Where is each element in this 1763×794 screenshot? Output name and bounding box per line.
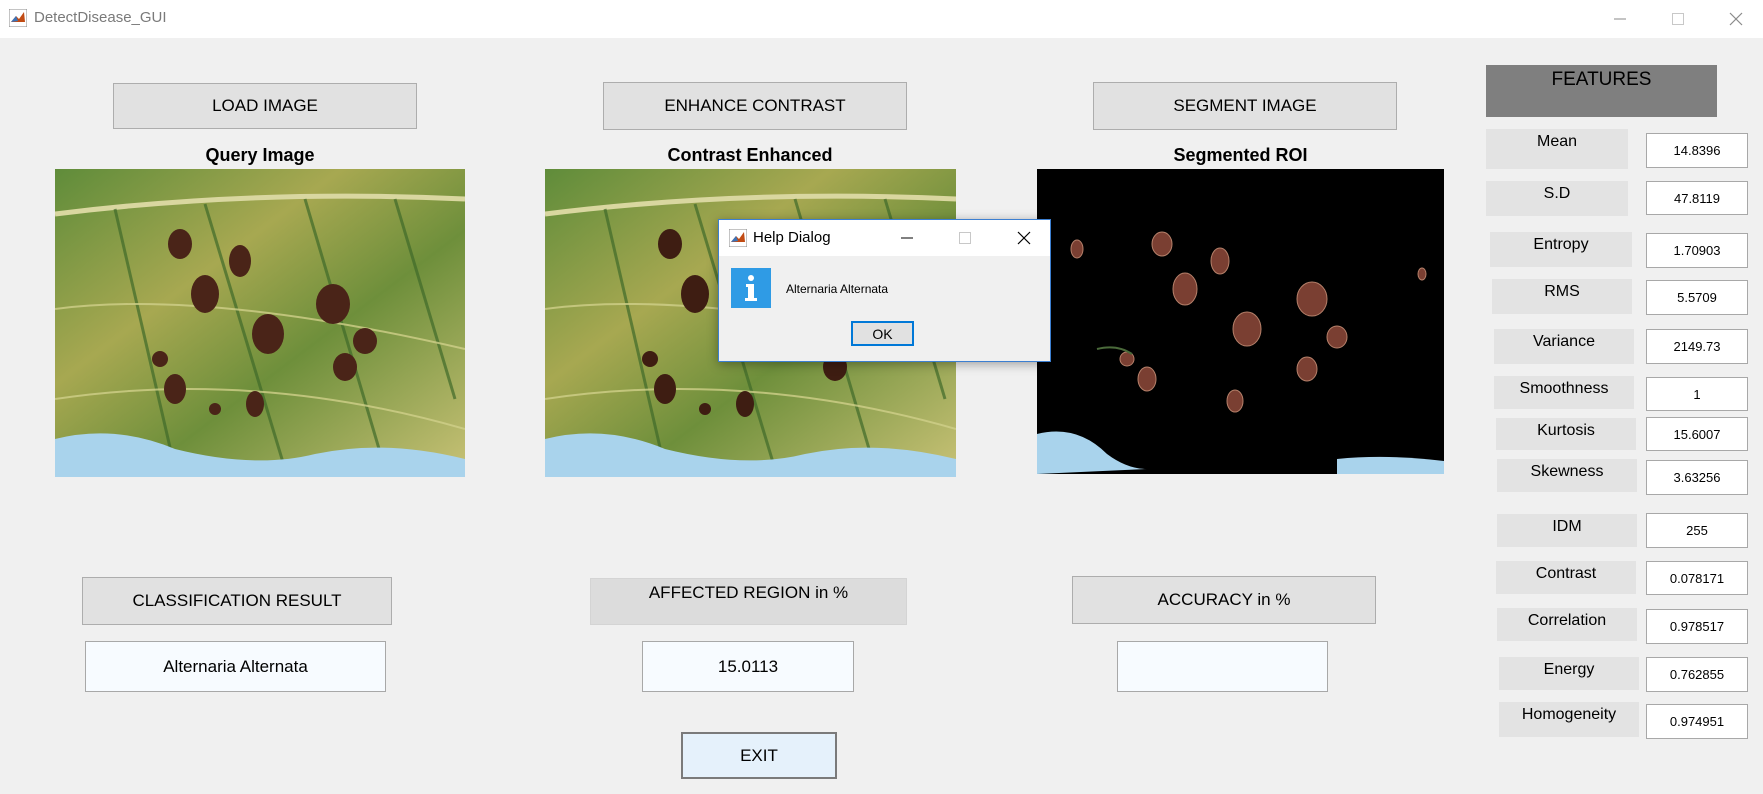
enhance-contrast-button[interactable]: ENHANCE CONTRAST (603, 82, 907, 130)
segment-image-button[interactable]: SEGMENT IMAGE (1093, 82, 1397, 130)
feature-value-homogeneity[interactable]: 0.974951 (1646, 704, 1748, 739)
feature-value-rms[interactable]: 5.5709 (1646, 280, 1748, 315)
feature-value-mean[interactable]: 14.8396 (1646, 133, 1748, 168)
maximize-icon (959, 232, 971, 244)
segmented-roi-image (1037, 169, 1444, 474)
features-header: FEATURES (1486, 65, 1717, 117)
affected-region-label: AFFECTED REGION in % (590, 578, 907, 625)
maximize-button[interactable] (1649, 0, 1707, 38)
dialog-title-bar: Help Dialog (719, 220, 1050, 256)
feature-label-contrast: Contrast (1496, 561, 1636, 594)
query-image (55, 169, 465, 477)
feature-label-mean: Mean (1486, 129, 1628, 169)
feature-label-rms: RMS (1492, 279, 1632, 314)
dialog-maximize-button[interactable] (945, 220, 985, 256)
dialog-title: Help Dialog (753, 229, 831, 246)
info-icon (731, 268, 771, 308)
dialog-minimize-button[interactable] (887, 220, 927, 256)
classification-result-field[interactable]: Alternaria Alternata (85, 641, 386, 692)
feature-value-sd[interactable]: 47.8119 (1646, 181, 1748, 215)
dialog-close-button[interactable] (1004, 220, 1044, 256)
accuracy-button[interactable]: ACCURACY in % (1072, 576, 1376, 624)
ok-button[interactable]: OK (851, 321, 914, 346)
accuracy-field[interactable] (1117, 641, 1328, 692)
dialog-message: Alternaria Alternata (786, 282, 889, 296)
feature-label-skewness: Skewness (1497, 459, 1637, 492)
close-icon (1729, 12, 1743, 26)
minimize-icon (901, 237, 913, 239)
feature-value-skewness[interactable]: 3.63256 (1646, 460, 1748, 495)
feature-label-kurtosis: Kurtosis (1496, 418, 1636, 450)
feature-label-variance: Variance (1494, 329, 1634, 364)
matlab-logo-icon (729, 229, 747, 247)
feature-label-energy: Energy (1499, 657, 1639, 690)
classification-result-button[interactable]: CLASSIFICATION RESULT (82, 577, 392, 625)
feature-label-sd: S.D (1486, 181, 1628, 216)
close-icon (1017, 231, 1031, 245)
feature-label-homogeneity: Homogeneity (1499, 702, 1639, 737)
feature-label-idm: IDM (1497, 514, 1637, 547)
load-image-button[interactable]: LOAD IMAGE (113, 83, 417, 129)
minimize-icon (1614, 18, 1626, 20)
feature-value-contrast[interactable]: 0.078171 (1646, 561, 1748, 595)
feature-value-energy[interactable]: 0.762855 (1646, 657, 1748, 692)
feature-label-entropy: Entropy (1490, 232, 1632, 267)
segmented-roi-title: Segmented ROI (1173, 145, 1308, 165)
close-button[interactable] (1707, 0, 1763, 38)
affected-region-field[interactable]: 15.0113 (642, 641, 854, 692)
feature-value-kurtosis[interactable]: 15.6007 (1646, 417, 1748, 451)
matlab-logo-icon (9, 9, 27, 27)
feature-label-smoothness: Smoothness (1494, 376, 1634, 409)
feature-label-correlation: Correlation (1497, 608, 1637, 641)
exit-button[interactable]: EXIT (681, 732, 837, 779)
feature-value-entropy[interactable]: 1.70903 (1646, 233, 1748, 268)
feature-value-idm[interactable]: 255 (1646, 513, 1748, 548)
feature-value-variance[interactable]: 2149.73 (1646, 329, 1748, 364)
contrast-enhanced-title: Contrast Enhanced (667, 145, 833, 165)
feature-value-correlation[interactable]: 0.978517 (1646, 609, 1748, 644)
minimize-button[interactable] (1591, 0, 1649, 38)
query-image-title: Query Image (205, 145, 315, 165)
window-title: DetectDisease_GUI (34, 9, 167, 26)
help-dialog: Help Dialog Alternaria Alternata OK (718, 219, 1051, 362)
feature-value-smoothness[interactable]: 1 (1646, 377, 1748, 411)
maximize-icon (1672, 13, 1684, 25)
title-bar: DetectDisease_GUI (0, 0, 1763, 38)
